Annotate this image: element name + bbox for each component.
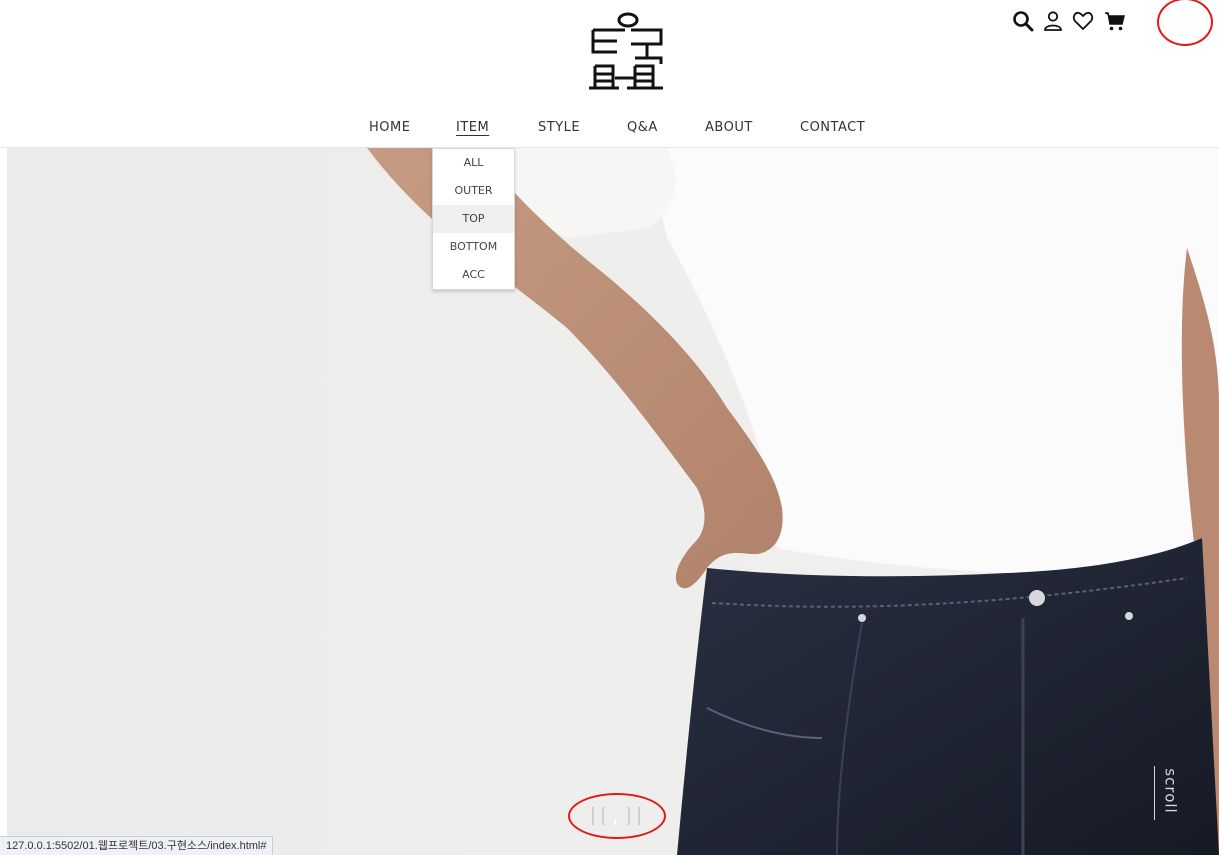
slide-indicators <box>568 793 666 839</box>
annotation-oval <box>568 793 666 839</box>
main-nav: HOME ITEM STYLE Q&A ABOUT CONTACT <box>0 108 1219 148</box>
dropdown-item-all[interactable]: ALL <box>433 149 514 177</box>
search-icon[interactable] <box>1011 9 1035 33</box>
slide-indicator-4[interactable] <box>628 807 630 825</box>
item-dropdown-menu: ALL OUTER TOP BOTTOM ACC <box>432 148 515 290</box>
dropdown-item-top[interactable]: TOP <box>433 205 514 233</box>
annotation-circle <box>1157 0 1213 46</box>
header-icons <box>999 0 1219 46</box>
nav-contact[interactable]: CONTACT <box>800 120 865 135</box>
nav-qa[interactable]: Q&A <box>627 120 658 135</box>
brand-logo[interactable] <box>587 8 669 90</box>
scroll-indicator[interactable]: scroll <box>1150 762 1184 822</box>
dropdown-item-bottom[interactable]: BOTTOM <box>433 233 514 261</box>
dropdown-item-acc[interactable]: ACC <box>433 261 514 289</box>
dropdown-item-outer[interactable]: OUTER <box>433 177 514 205</box>
slide-indicator-3[interactable] <box>614 819 616 825</box>
heart-icon[interactable] <box>1071 9 1095 33</box>
slide-indicator-2[interactable] <box>602 807 604 825</box>
nav-style[interactable]: STYLE <box>538 120 580 135</box>
site-header <box>0 0 1219 108</box>
browser-status-url: 127.0.0.1:5502/01.웹프로젝트/03.구현소스/index.ht… <box>0 836 274 855</box>
hero-banner <box>7 148 1219 855</box>
scroll-line <box>1154 766 1155 820</box>
nav-item[interactable]: ITEM <box>456 120 489 135</box>
nav-home[interactable]: HOME <box>369 120 410 135</box>
scroll-label: scroll <box>1161 768 1180 814</box>
nav-about[interactable]: ABOUT <box>705 120 753 135</box>
user-icon[interactable] <box>1041 9 1065 33</box>
slide-indicator-5[interactable] <box>638 807 640 825</box>
hero-photo <box>7 148 1219 855</box>
slide-indicator-1[interactable] <box>592 807 594 825</box>
cart-icon[interactable] <box>1103 9 1127 33</box>
